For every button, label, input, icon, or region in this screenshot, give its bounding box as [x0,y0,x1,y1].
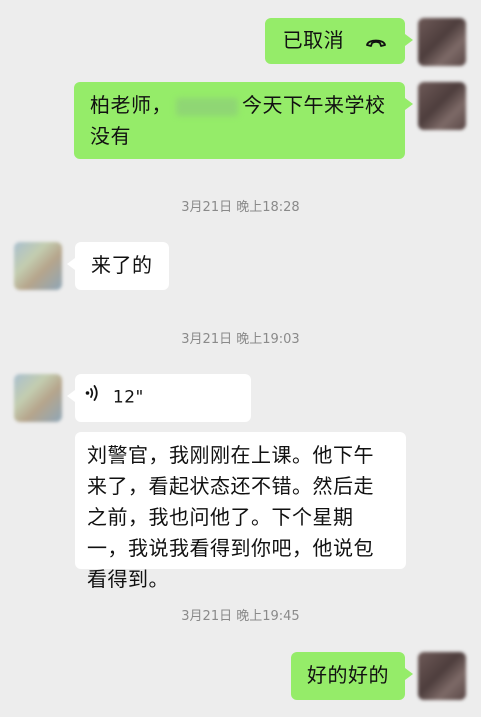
message-bubble[interactable]: 柏老师， 今天下午来学校没有 [74,82,413,159]
call-status-text: 已取消 [282,28,345,52]
call-cancelled-bubble[interactable]: 已取消 [264,18,414,64]
avatar-self[interactable] [418,82,466,130]
message-text: 来了的 [91,253,153,277]
chat-window: 已取消 柏老师， 今天下午来学校没有 3月21日 晚上18:28 来了的 3月21… [0,0,481,717]
message-bubble[interactable]: 刘警官，我刚刚在上课。他下午来了，看起状态还不错。然后走之前，我也问他了。下个星… [75,432,406,591]
timestamp: 3月21日 晚上19:03 [181,332,300,347]
message-text-prefix: 柏老师， [90,93,172,117]
timestamp: 3月21日 晚上19:45 [181,609,300,624]
avatar-contact[interactable] [14,374,62,422]
voice-duration: 12" [112,387,144,408]
avatar-self[interactable] [418,652,466,700]
avatar-contact[interactable] [14,242,62,290]
voice-message-bubble[interactable]: 12" [67,374,251,422]
message-text: 刘警官，我刚刚在上课。他下午来了，看起状态还不错。然后走之前，我也问他了。下个星… [87,443,374,591]
voice-wave-icon [85,382,99,413]
redacted-name [176,97,238,116]
message-bubble[interactable]: 好的好的 [291,652,413,700]
hangup-phone-icon [365,26,387,57]
avatar-self[interactable] [418,18,466,66]
timestamp: 3月21日 晚上18:28 [181,200,300,215]
message-text: 好的好的 [307,663,389,687]
message-bubble[interactable]: 来了的 [67,242,169,290]
